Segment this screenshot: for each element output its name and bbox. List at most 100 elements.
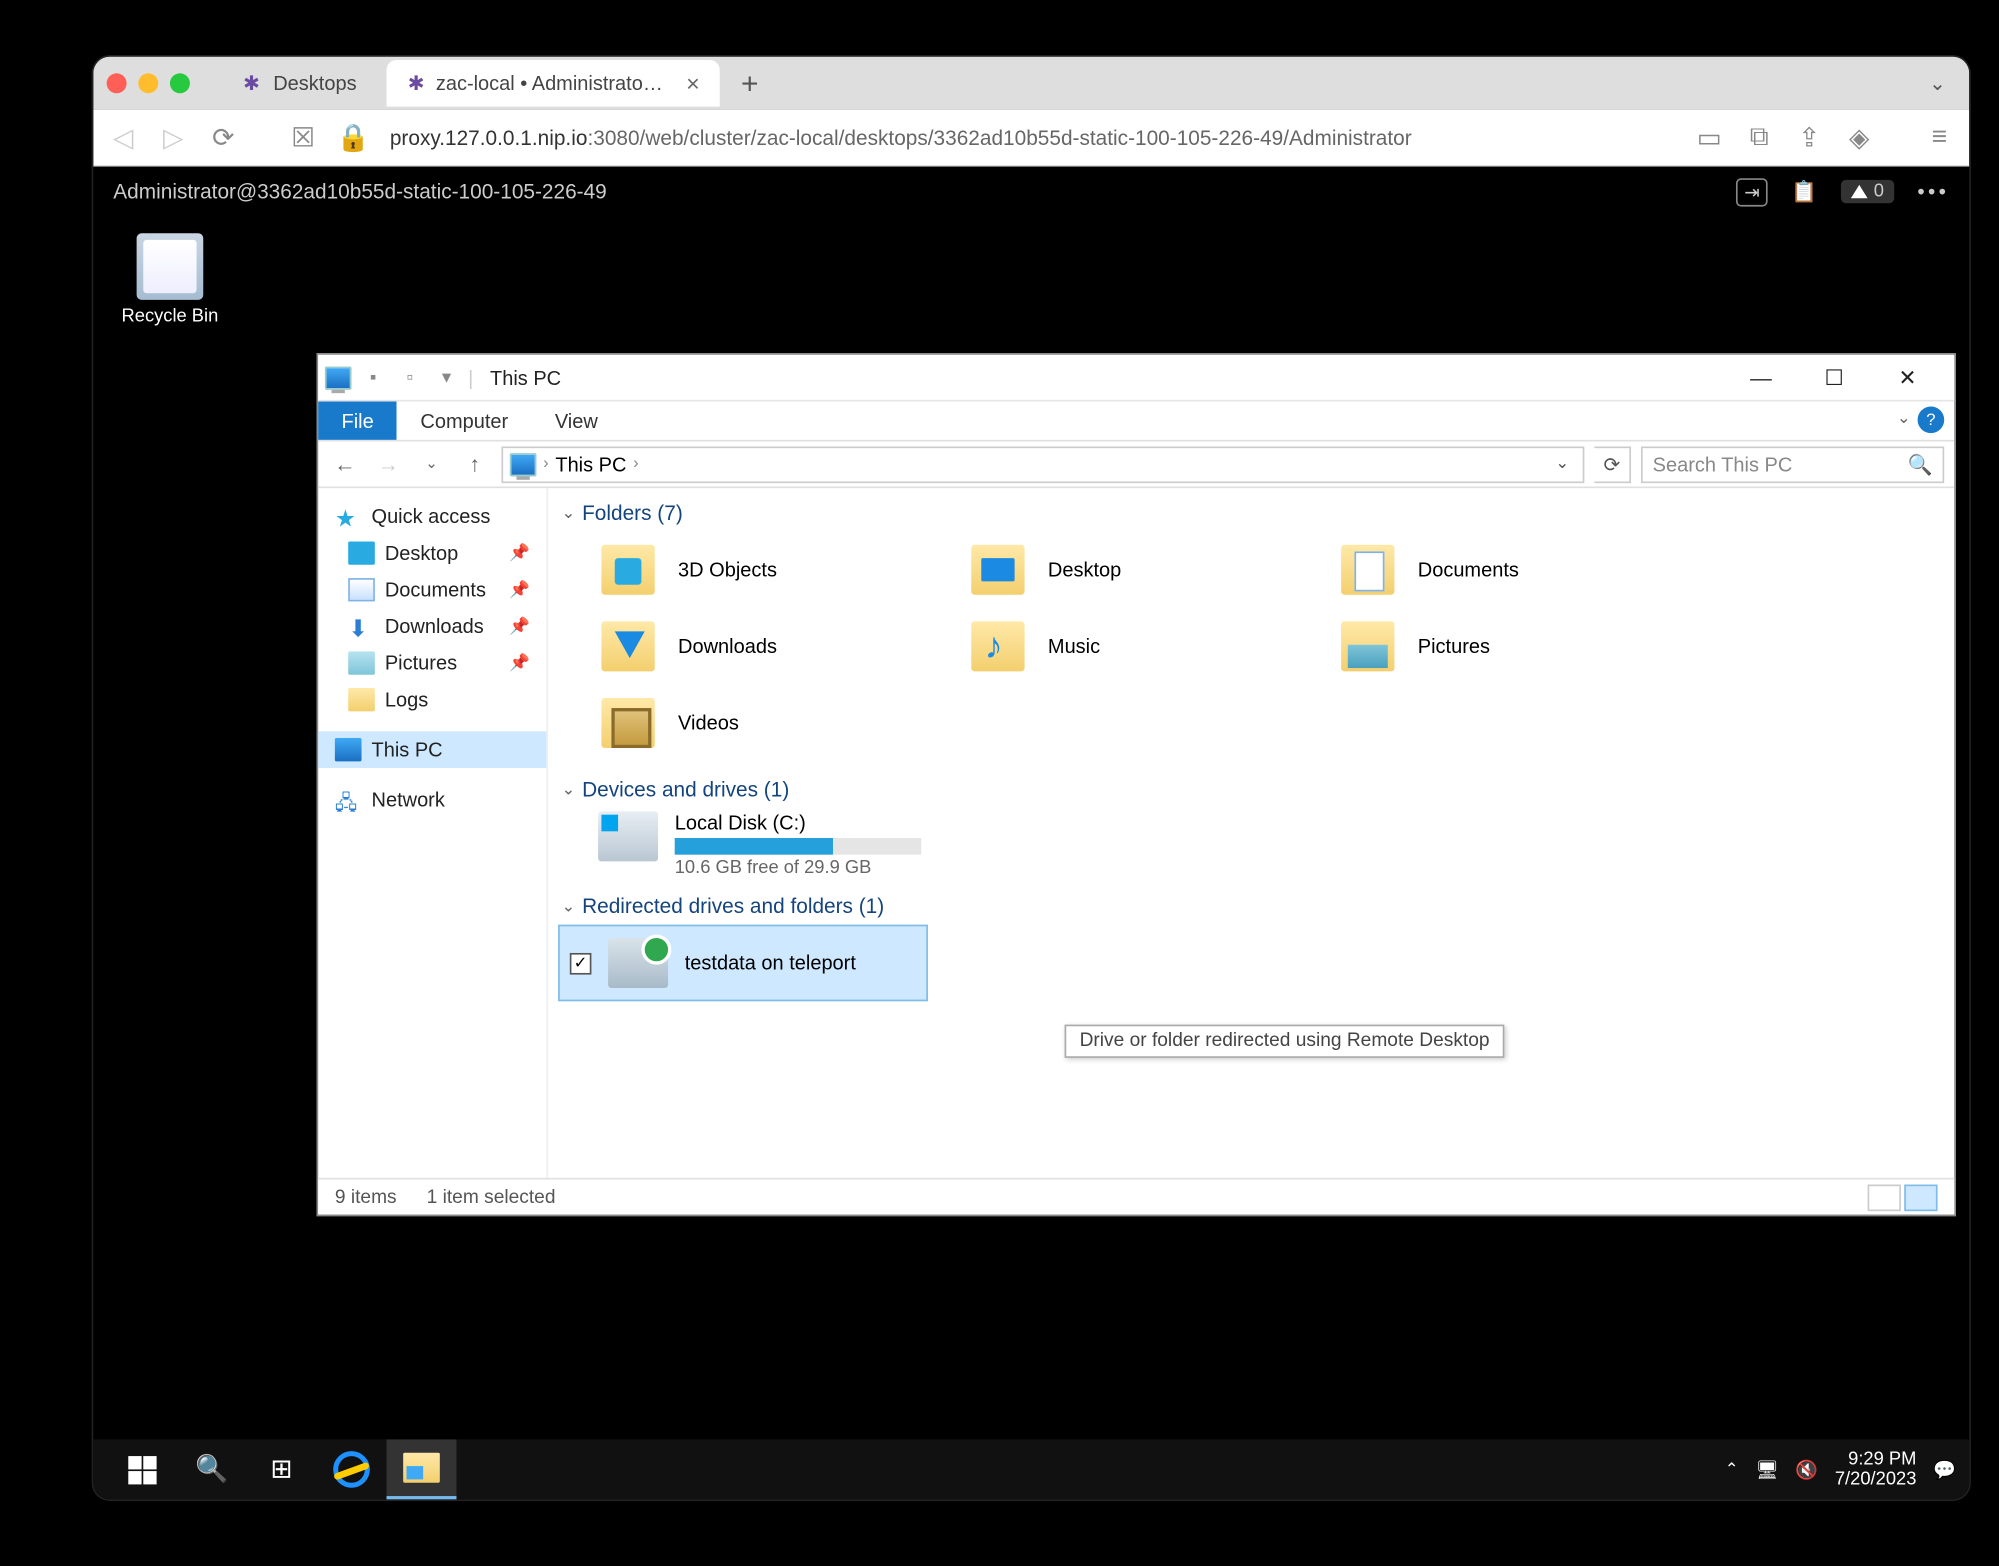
bookmark-icon[interactable]: ☒	[290, 124, 317, 151]
group-drives-header[interactable]: ⌄Devices and drives (1)	[548, 771, 1954, 808]
tray-overflow-icon[interactable]: ⌃	[1725, 1460, 1739, 1478]
new-tab-button[interactable]: +	[730, 63, 770, 103]
redirected-drive-testdata[interactable]: ✓ testdata on teleport	[558, 925, 928, 1002]
menu-icon[interactable]: ≡	[1926, 124, 1953, 151]
url-host: proxy.127.0.0.1.nip.io	[390, 126, 588, 149]
browser-toolbar: ◁ ▷ ⟳ ☒ 🔒 proxy.127.0.0.1.nip.io:3080/we…	[93, 110, 1969, 167]
nav-quick-access[interactable]: ★ Quick access	[318, 498, 546, 535]
more-icon[interactable]: •••	[1917, 180, 1949, 203]
internet-explorer-button[interactable]	[317, 1439, 387, 1499]
tab-label: Desktops	[273, 72, 356, 95]
folder-3d-objects[interactable]: 3D Objects	[588, 531, 958, 608]
nav-logs[interactable]: Logs	[318, 681, 546, 718]
clock[interactable]: 9:29 PM 7/20/2023	[1835, 1449, 1917, 1489]
ribbon-file-tab[interactable]: File	[318, 402, 397, 440]
browser-tab-active[interactable]: ✱ zac-local • Administrator@3362 ×	[387, 60, 720, 107]
close-button[interactable]: ✕	[1871, 354, 1944, 401]
nav-up-button[interactable]: ↑	[458, 447, 491, 480]
breadcrumb-separator[interactable]: ›	[633, 455, 639, 473]
help-icon[interactable]: ?	[1918, 407, 1945, 434]
refresh-button[interactable]: ⟳	[1594, 446, 1631, 483]
windows-taskbar: 🔍 ⊞ ⌃ 🖥 🔇 9:29 PM 7/20/2023 💬	[93, 1439, 1969, 1499]
folder-share-icon[interactable]: ⇥	[1736, 177, 1768, 205]
folder-documents[interactable]: Documents	[1328, 531, 1698, 608]
nav-desktop[interactable]: Desktop📌	[318, 535, 546, 572]
folder-music[interactable]: Music	[958, 608, 1328, 685]
maximize-button[interactable]: ☐	[1798, 354, 1871, 401]
search-button[interactable]: 🔍	[177, 1439, 247, 1499]
window-traffic-lights[interactable]	[107, 73, 190, 93]
qat-dropdown-icon[interactable]: ▾	[431, 362, 461, 392]
group-folders-header[interactable]: ⌄Folders (7)	[548, 495, 1954, 532]
nav-network[interactable]: 🖧Network	[318, 781, 546, 818]
drive-icon	[598, 811, 658, 861]
explorer-titlebar[interactable]: ▪ ▫ ▾ | This PC — ☐ ✕	[318, 355, 1954, 402]
breadcrumb-item[interactable]: This PC	[555, 452, 626, 475]
ribbon-expand-icon[interactable]: ⌄	[1897, 410, 1911, 428]
folder-downloads[interactable]: Downloads	[588, 608, 958, 685]
folder-pictures[interactable]: Pictures	[1328, 608, 1698, 685]
nav-documents[interactable]: Documents📌	[318, 571, 546, 608]
ribbon-computer-tab[interactable]: Computer	[397, 402, 531, 440]
reader-icon[interactable]: ▭	[1696, 124, 1723, 151]
breadcrumb-history-icon[interactable]: ⌄	[1549, 455, 1576, 473]
minimize-window-icon[interactable]	[138, 73, 158, 93]
search-box[interactable]: Search This PC 🔍	[1641, 446, 1944, 483]
qat-new-folder-icon[interactable]: ▫	[395, 362, 425, 392]
folder-label: 3D Objects	[678, 558, 777, 581]
task-view-button[interactable]: ⊞	[247, 1439, 317, 1499]
view-details-button[interactable]	[1868, 1184, 1901, 1211]
back-button[interactable]: ◁	[110, 124, 137, 151]
address-bar[interactable]: proxy.127.0.0.1.nip.io:3080/web/cluster/…	[390, 126, 1673, 149]
recycle-bin[interactable]: Recycle Bin	[117, 233, 224, 326]
nav-downloads[interactable]: ⬇Downloads📌	[318, 608, 546, 645]
browser-tab-desktops[interactable]: ✱ Desktops	[220, 60, 377, 107]
folder-videos[interactable]: Videos	[588, 685, 958, 762]
folder-desktop[interactable]: Desktop	[958, 531, 1328, 608]
warnings-badge[interactable]: 0	[1840, 180, 1894, 203]
recycle-bin-icon	[137, 233, 204, 300]
shield-icon[interactable]: ◈	[1846, 124, 1873, 151]
tab-label: zac-local • Administrator@3362	[436, 72, 666, 95]
nav-pictures[interactable]: Pictures📌	[318, 645, 546, 682]
folder-label: Documents	[1418, 558, 1519, 581]
file-explorer-window: ▪ ▫ ▾ | This PC — ☐ ✕ File Computer View…	[317, 353, 1956, 1216]
pip-icon[interactable]: ⧉	[1746, 124, 1773, 151]
close-tab-icon[interactable]: ×	[686, 70, 700, 97]
reload-button[interactable]: ⟳	[210, 124, 237, 151]
minimize-button[interactable]: —	[1724, 354, 1797, 401]
tabs-dropdown-icon[interactable]: ⌄	[1919, 72, 1956, 95]
system-tray: ⌃ 🖥 🔇 9:29 PM 7/20/2023 💬	[1725, 1449, 1956, 1489]
breadcrumb-separator[interactable]: ›	[543, 455, 549, 473]
ribbon-computer-label: Computer	[420, 409, 508, 432]
view-tiles-button[interactable]	[1904, 1184, 1937, 1211]
this-pc-icon	[335, 738, 362, 761]
nav-back-button[interactable]: ←	[328, 447, 361, 480]
drive-local-c[interactable]: Local Disk (C:) 10.6 GB free of 29.9 GB	[548, 808, 918, 888]
nav-recent-dropdown[interactable]: ⌄	[415, 447, 448, 480]
forward-button[interactable]: ▷	[160, 124, 187, 151]
ribbon-view-tab[interactable]: View	[532, 402, 622, 440]
nav-forward-button[interactable]: →	[372, 447, 405, 480]
clipboard-icon[interactable]: 📋	[1791, 179, 1817, 204]
drive-usage-bar	[675, 838, 922, 855]
status-bar: 9 items 1 item selected	[318, 1178, 1954, 1215]
remote-desktop[interactable]: Recycle Bin ▪ ▫ ▾ | This PC — ☐ ✕	[93, 217, 1969, 1500]
share-icon[interactable]: ⇪	[1796, 124, 1823, 151]
start-button[interactable]	[107, 1439, 177, 1499]
file-explorer-button[interactable]	[387, 1439, 457, 1499]
group-redirected-header[interactable]: ⌄Redirected drives and folders (1)	[548, 888, 1954, 925]
network-tray-icon[interactable]: 🖥	[1755, 1459, 1778, 1481]
zoom-window-icon[interactable]	[170, 73, 190, 93]
sound-tray-icon[interactable]: 🔇	[1795, 1459, 1818, 1481]
breadcrumb-bar[interactable]: › This PC › ⌄	[501, 446, 1584, 483]
nav-this-pc[interactable]: This PC	[318, 731, 546, 768]
checkbox-checked-icon[interactable]: ✓	[570, 952, 592, 974]
qat-properties-icon[interactable]: ▪	[358, 362, 388, 392]
nav-label: This PC	[372, 738, 443, 761]
action-center-icon[interactable]: 💬	[1933, 1459, 1956, 1481]
close-window-icon[interactable]	[107, 73, 127, 93]
content-pane[interactable]: ⌄Folders (7) 3D Objects Desktop Document…	[548, 488, 1954, 1178]
pin-icon: 📌	[509, 581, 530, 599]
this-pc-icon	[325, 366, 352, 389]
